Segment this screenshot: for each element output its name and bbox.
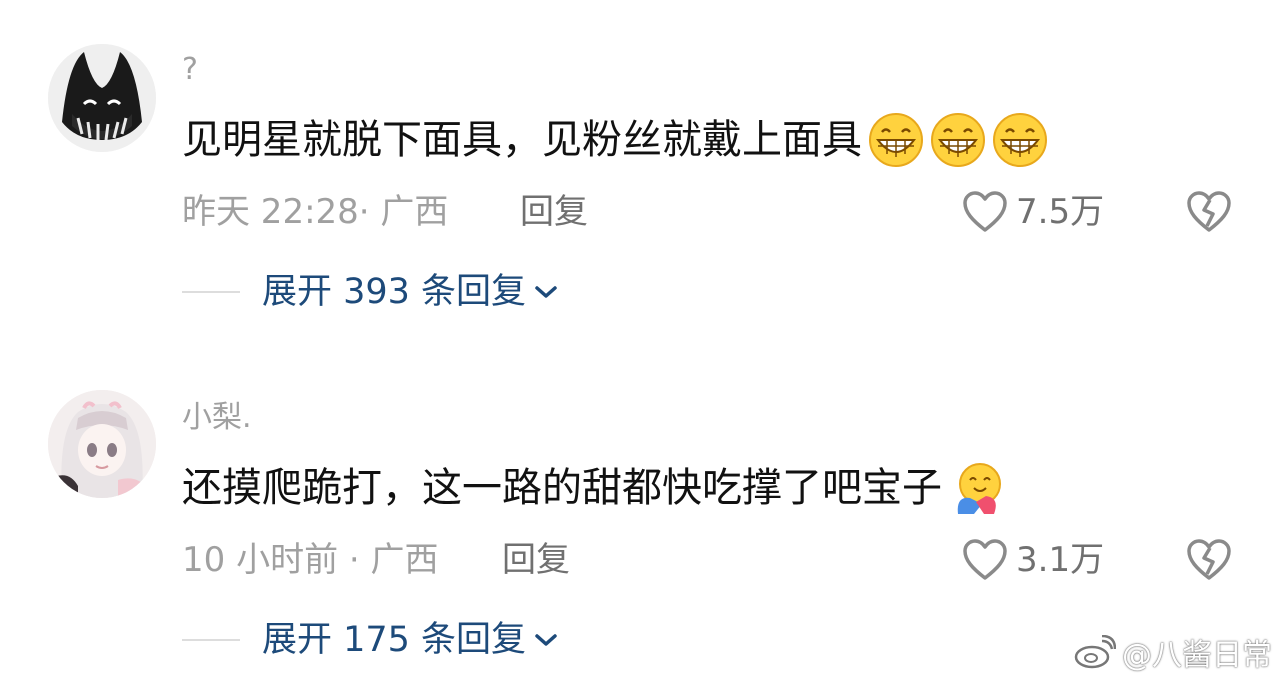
dislike-button[interactable] [1186, 538, 1232, 586]
like-button[interactable]: 7.5万 [962, 190, 1104, 234]
chevron-down-icon [535, 634, 557, 646]
comment-time: 昨天 22:28 [182, 192, 359, 232]
watermark: @八酱日常 [1074, 630, 1272, 674]
grin-emoji [993, 113, 1047, 167]
comment-text: 见明星就脱下面具，见粉丝就戴上面具 [182, 112, 1048, 168]
like-count: 3.1万 [1016, 540, 1105, 580]
avatar[interactable] [48, 390, 156, 498]
avatar-image [48, 390, 156, 498]
weibo-icon [1074, 635, 1116, 669]
expand-replies-label: 展开 175 条回复 [262, 620, 527, 660]
comment-location: 广西 [380, 192, 449, 232]
heart-icon [963, 191, 1007, 232]
comment-text-body: 见明星就脱下面具，见粉丝就戴上面具 [182, 117, 862, 163]
username[interactable]: 小梨. [182, 400, 252, 436]
comment-text: 还摸爬跪打，这一路的甜都快吃撑了吧宝子 [182, 460, 1004, 516]
hug-emoji [957, 463, 1001, 514]
comment-location: 广西 [370, 540, 439, 580]
reply-button[interactable]: 回复 [520, 192, 588, 232]
username[interactable]: ? [182, 52, 198, 88]
comment-meta: 昨天 22:28· 广西 [182, 192, 448, 232]
expand-replies-label: 展开 393 条回复 [262, 272, 527, 312]
expand-replies-button[interactable]: 展开 393 条回复 [182, 272, 558, 312]
divider-line [182, 291, 240, 293]
comment-list: ? 见明星就脱下面具，见粉丝就戴上面具 昨天 22:28· 广西 回复 7.5万… [0, 0, 1284, 688]
dislike-button[interactable] [1186, 190, 1232, 238]
comment-time: 10 小时前 [182, 540, 339, 580]
comment-text-body: 还摸爬跪打，这一路的甜都快吃撑了吧宝子 [182, 465, 942, 511]
expand-replies-button[interactable]: 展开 175 条回复 [182, 620, 558, 660]
like-count: 7.5万 [1016, 192, 1105, 232]
meta-separator: · [348, 540, 360, 580]
grin-emoji [869, 113, 923, 167]
avatar[interactable] [48, 44, 156, 152]
heart-icon [963, 539, 1007, 580]
comment-meta: 10 小时前 · 广西 [182, 540, 439, 580]
grin-emoji [931, 113, 985, 167]
meta-separator: · [358, 192, 370, 232]
divider-line [182, 639, 240, 641]
watermark-text: @八酱日常 [1122, 638, 1272, 673]
like-button[interactable]: 3.1万 [962, 538, 1104, 582]
broken-heart-icon [1187, 539, 1231, 580]
reply-button[interactable]: 回复 [502, 540, 570, 580]
chevron-down-icon [535, 286, 557, 298]
broken-heart-icon [1187, 191, 1231, 232]
avatar-image [48, 44, 156, 152]
